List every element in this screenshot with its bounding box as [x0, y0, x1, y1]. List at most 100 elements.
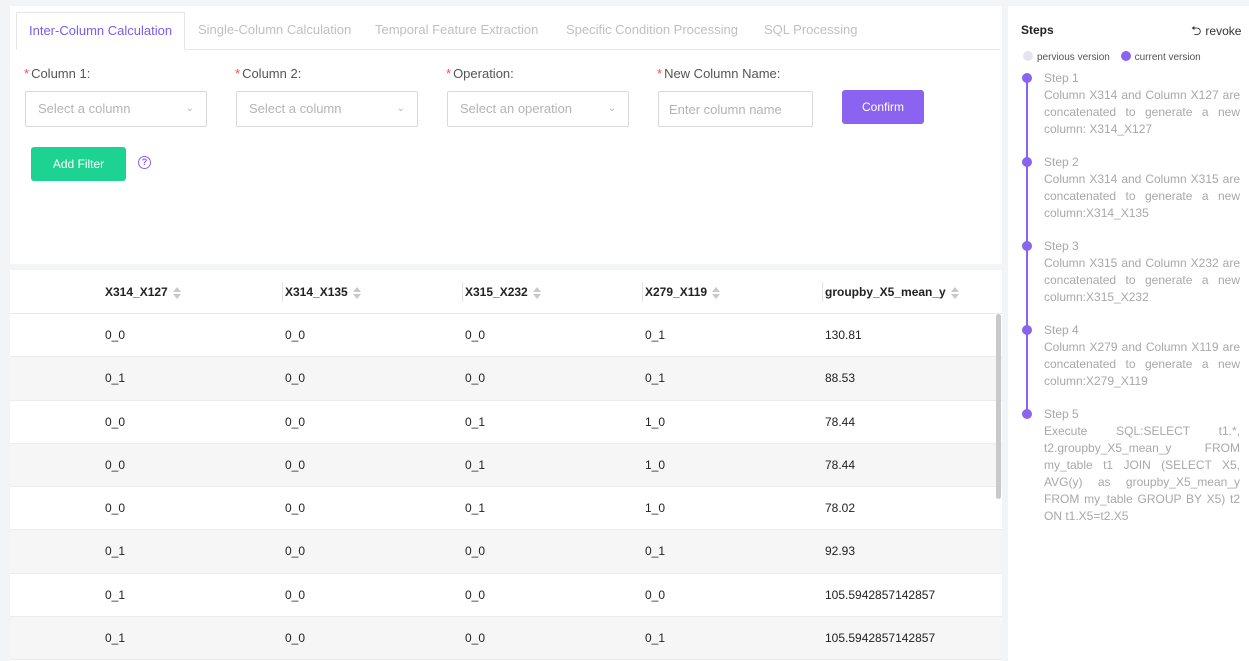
operation-panel: Inter-Column Calculation Single-Column C…	[10, 6, 1002, 264]
step-item[interactable]: Step 3 Column X315 and Column X232 are c…	[1044, 238, 1240, 306]
table-cell: 0_1	[465, 414, 486, 429]
column2-select[interactable]: Select a column ⌄	[236, 91, 418, 127]
timeline-dot	[1022, 241, 1032, 251]
table-cell: 0_0	[465, 328, 486, 342]
tab-single-column-calculation[interactable]: Single-Column Calculation	[198, 12, 351, 50]
required-mark: *	[235, 66, 241, 81]
column-header[interactable]: X314_X135	[285, 270, 362, 314]
table-cell: 0_1	[645, 371, 666, 386]
table-cell: 0_1	[645, 328, 666, 342]
table-scrollbar[interactable]	[996, 314, 1002, 661]
step-item[interactable]: Step 4 Column X279 and Column X119 are c…	[1044, 322, 1240, 390]
sort-icon[interactable]	[950, 286, 960, 300]
table-row[interactable]: 0_1 0_0 0_0 0_0 105.5942857142857	[10, 574, 1002, 618]
table-cell: 92.93	[825, 544, 856, 559]
table-cell: 0_0	[285, 414, 306, 429]
revoke-button[interactable]: ⮌ revoke	[1191, 22, 1241, 44]
table-cell: 0_0	[105, 457, 126, 472]
table-cell: 0_0	[465, 631, 486, 646]
table-cell: 0_1	[465, 501, 486, 516]
confirm-button[interactable]: Confirm	[842, 90, 924, 124]
table-cell: 0_0	[285, 328, 306, 342]
help-icon[interactable]: ?	[138, 156, 151, 169]
tab-specific-condition-processing[interactable]: Specific Condition Processing	[566, 12, 738, 50]
chevron-down-icon: ⌄	[607, 103, 616, 114]
step-title: Step 4	[1044, 323, 1079, 337]
table-cell: 78.44	[825, 414, 856, 429]
operation-select[interactable]: Select an operation ⌄	[447, 91, 629, 127]
table-cell: 0_0	[285, 587, 306, 602]
table-cell: 105.5942857142857	[825, 631, 936, 646]
step-item[interactable]: Step 1 Column X314 and Column X127 are c…	[1044, 70, 1240, 138]
tab-temporal-feature-extraction[interactable]: Temporal Feature Extraction	[375, 12, 538, 50]
operation-placeholder: Select an operation	[460, 101, 573, 116]
timeline-dot	[1022, 409, 1032, 419]
new-column-label: * New Column Name:	[657, 66, 781, 81]
version-legend: pervious version current version	[1023, 51, 1201, 63]
scrollbar-thumb[interactable]	[996, 314, 1001, 499]
table-row[interactable]: 0_0 0_0 0_1 1_0 78.44	[10, 443, 1002, 488]
step-title: Step 5	[1044, 407, 1079, 421]
table-cell: 0_0	[105, 414, 126, 429]
chevron-down-icon: ⌄	[396, 103, 405, 114]
tab-inter-column-calculation[interactable]: Inter-Column Calculation	[16, 12, 186, 50]
new-column-name-input[interactable]	[658, 91, 813, 127]
step-item[interactable]: Step 5 Execute SQL:SELECT t1.*, t2.group…	[1044, 406, 1240, 525]
table-cell: 0_0	[465, 371, 486, 386]
tab-sql-processing[interactable]: SQL Processing	[764, 12, 857, 50]
step-text: Column X314 and Column X127 are concaten…	[1044, 88, 1240, 136]
column-divider	[642, 282, 643, 302]
column-header[interactable]: X314_X127	[105, 270, 182, 314]
table-row[interactable]: 0_1 0_0 0_0 0_1 105.5942857142857	[10, 617, 1002, 661]
required-mark: *	[657, 66, 663, 81]
step-text: Column X315 and Column X232 are concaten…	[1044, 256, 1240, 304]
table-cell: 0_0	[645, 587, 666, 602]
required-mark: *	[24, 66, 30, 81]
table-cell: 0_0	[105, 328, 126, 342]
column-divider	[462, 282, 463, 302]
step-title: Step 3	[1044, 239, 1079, 253]
column2-label: * Column 2:	[235, 66, 302, 81]
sort-icon[interactable]	[711, 286, 721, 300]
column-header[interactable]: groupby_X5_mean_y	[825, 270, 960, 314]
steps-title: Steps	[1021, 23, 1054, 37]
current-version-dot	[1120, 51, 1131, 61]
table-cell: 88.53	[825, 371, 856, 386]
sort-icon[interactable]	[352, 286, 362, 300]
timeline-dot	[1022, 157, 1032, 167]
table-cell: 0_0	[285, 631, 306, 646]
table-cell: 0_1	[105, 587, 126, 602]
table-cell: 0_1	[465, 457, 486, 472]
table-cell: 1_0	[645, 457, 666, 472]
step-text: Column X279 and Column X119 are concaten…	[1044, 340, 1240, 388]
table-cell: 0_0	[285, 544, 306, 559]
undo-icon: ⮌	[1191, 23, 1202, 38]
step-title: Step 1	[1044, 71, 1079, 85]
table-row[interactable]: 0_0 0_0 0_0 0_1 130.81	[10, 314, 1002, 358]
column1-placeholder: Select a column	[38, 101, 131, 116]
table-cell: 0_0	[465, 544, 486, 559]
table-row[interactable]: 0_1 0_0 0_0 0_1 92.93	[10, 530, 1002, 574]
column1-label: * Column 1:	[24, 66, 91, 81]
table-row[interactable]: 0_1 0_0 0_0 0_1 88.53	[10, 357, 1002, 401]
required-mark: *	[446, 66, 452, 81]
table-cell: 1_0	[645, 501, 666, 516]
add-filter-button[interactable]: Add Filter	[31, 147, 126, 181]
column-header[interactable]: X279_X119	[645, 270, 721, 314]
sort-icon[interactable]	[532, 286, 542, 300]
table-cell: 1_0	[645, 414, 666, 429]
sort-icon[interactable]	[172, 286, 182, 300]
step-item[interactable]: Step 2 Column X314 and Column X315 are c…	[1044, 154, 1240, 222]
timeline-dot	[1022, 325, 1032, 335]
column1-select[interactable]: Select a column ⌄	[25, 91, 207, 127]
table-cell: 0_1	[645, 544, 666, 559]
column-header[interactable]: X315_X232	[465, 270, 542, 314]
step-text: Column X314 and Column X315 are concaten…	[1044, 172, 1240, 220]
table-cell: 105.5942857142857	[825, 587, 936, 602]
table-cell: 0_0	[105, 501, 126, 516]
table-row[interactable]: 0_0 0_0 0_1 1_0 78.02	[10, 487, 1002, 531]
chevron-down-icon: ⌄	[185, 103, 194, 114]
table-cell: 78.02	[825, 501, 856, 516]
operation-label: * Operation:	[446, 66, 514, 81]
table-row[interactable]: 0_0 0_0 0_1 1_0 78.44	[10, 401, 1002, 444]
